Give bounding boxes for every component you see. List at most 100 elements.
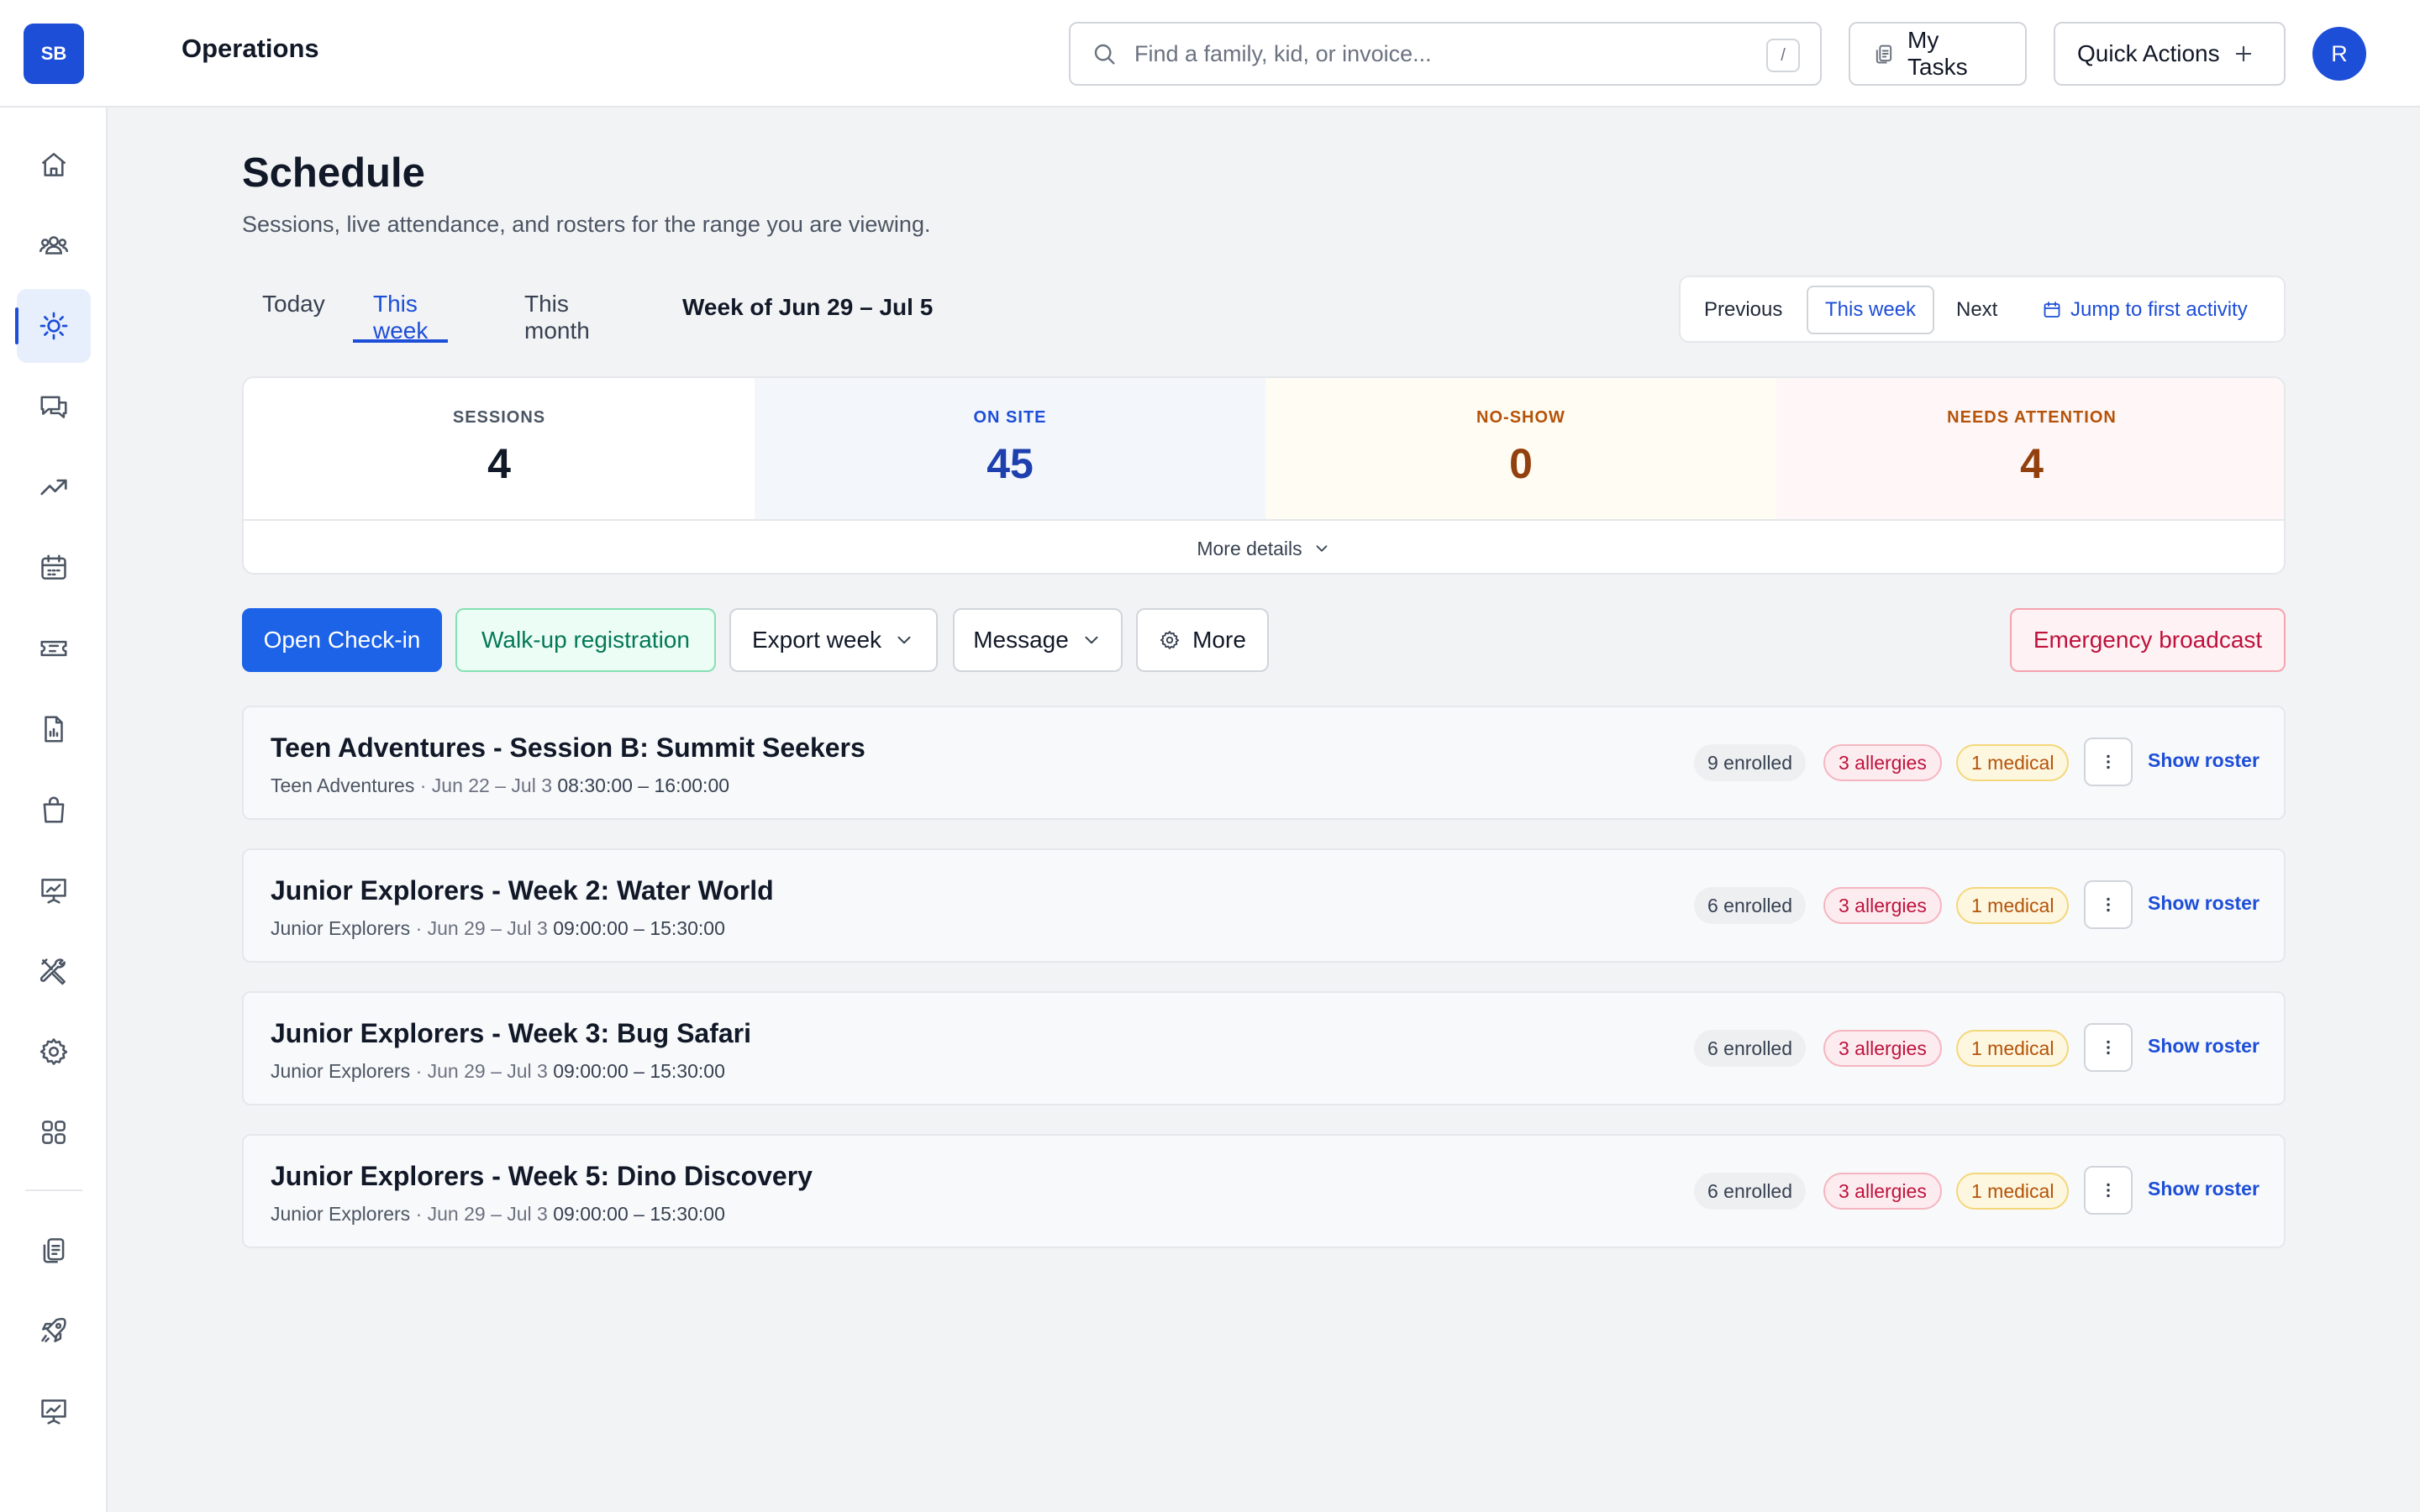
sidebar-item-tickets[interactable]	[17, 612, 91, 685]
app-logo[interactable]: SB	[24, 24, 84, 84]
more-vertical-icon	[2097, 1037, 2119, 1058]
search-box[interactable]: /	[1069, 22, 1822, 86]
more-details-label: More details	[1197, 537, 1302, 559]
stat-on-site[interactable]: ON SITE 45	[755, 378, 1265, 519]
allergies-badge[interactable]: 3 allergies	[1823, 744, 1942, 781]
sidebar-item-insights[interactable]	[17, 1374, 91, 1448]
sidebar-item-store[interactable]	[17, 773, 91, 847]
session-card[interactable]: Junior Explorers - Week 3: Bug Safari Ju…	[242, 991, 2286, 1105]
enrolled-badge: 6 enrolled	[1694, 1030, 1807, 1067]
chevron-down-icon	[893, 629, 915, 651]
allergies-badge[interactable]: 3 allergies	[1823, 887, 1942, 924]
quick-actions-label: Quick Actions	[2077, 40, 2220, 66]
sidebar-item-schedule[interactable]	[15, 289, 91, 363]
stat-sessions[interactable]: SESSIONS 4	[244, 378, 755, 519]
jump-to-first-activity-link[interactable]: Jump to first activity	[2042, 286, 2248, 334]
sidebar-item-home[interactable]	[17, 128, 91, 202]
session-menu-button[interactable]	[2084, 1023, 2133, 1072]
search-shortcut-hint: /	[1766, 39, 1800, 72]
chevron-down-icon	[1313, 539, 1331, 558]
export-week-label: Export week	[751, 627, 882, 653]
sidebar-item-settings[interactable]	[17, 1015, 91, 1089]
page-title: Schedule	[242, 150, 425, 196]
more-button[interactable]: More	[1136, 608, 1269, 672]
previous-button[interactable]: Previous	[1704, 286, 1782, 334]
session-program: Junior Explorers	[271, 1203, 411, 1225]
sidebar-item-families[interactable]	[17, 208, 91, 282]
session-title: Junior Explorers - Week 5: Dino Discover…	[271, 1161, 813, 1191]
medical-badge[interactable]: 1 medical	[1956, 887, 2070, 924]
export-week-button[interactable]: Export week	[729, 608, 938, 672]
sidebar-item-tools[interactable]	[17, 934, 91, 1008]
sidebar-item-calendar[interactable]	[17, 531, 91, 605]
quick-actions-button[interactable]: Quick Actions	[2054, 22, 2286, 86]
allergies-badge[interactable]: 3 allergies	[1823, 1030, 1942, 1067]
sun-icon	[38, 310, 70, 342]
app-title: Operations	[182, 34, 319, 63]
sidebar-item-analytics[interactable]	[17, 450, 91, 524]
more-vertical-icon	[2097, 894, 2119, 916]
session-time: 09:00:00 – 15:30:00	[553, 1060, 725, 1082]
my-tasks-button[interactable]: My Tasks	[1849, 22, 2027, 86]
walk-up-registration-button[interactable]: Walk-up registration	[455, 608, 716, 672]
more-details-toggle[interactable]: More details	[244, 519, 2284, 573]
medical-badge[interactable]: 1 medical	[1956, 1030, 2070, 1067]
shopping-bag-icon	[38, 794, 70, 826]
chat-icon	[38, 391, 70, 423]
message-button[interactable]: Message	[953, 608, 1123, 672]
session-program: Junior Explorers	[271, 917, 411, 939]
session-dates: · Jun 29 – Jul 3	[415, 1203, 548, 1225]
session-menu-button[interactable]	[2084, 880, 2133, 929]
families-icon	[38, 229, 70, 261]
enrolled-badge: 9 enrolled	[1694, 744, 1807, 781]
ticket-icon	[38, 633, 70, 664]
next-button[interactable]: Next	[1956, 286, 1997, 334]
tools-icon	[38, 955, 70, 987]
session-dates: · Jun 29 – Jul 3	[415, 917, 548, 939]
calendar-icon	[38, 552, 70, 584]
sidebar-item-tasks[interactable]	[17, 1213, 91, 1287]
sidebar-item-launch[interactable]	[17, 1294, 91, 1368]
sidebar-item-reports[interactable]	[17, 692, 91, 766]
clipboard-icon	[38, 1234, 70, 1266]
medical-badge[interactable]: 1 medical	[1956, 1173, 2070, 1210]
tab-this-week[interactable]: This week	[353, 291, 449, 344]
rocket-icon	[38, 1315, 70, 1347]
stat-label: NO-SHOW	[1476, 408, 1565, 427]
sidebar-item-dashboard[interactable]	[17, 853, 91, 927]
this-week-button[interactable]: This week	[1807, 286, 1935, 334]
show-roster-link[interactable]: Show roster	[2148, 1035, 2260, 1058]
stat-no-show[interactable]: NO-SHOW 0	[1265, 378, 1776, 519]
more-vertical-icon	[2097, 751, 2119, 773]
trending-icon	[38, 471, 70, 503]
tab-this-month[interactable]: This month	[504, 291, 610, 344]
stat-needs-attention[interactable]: NEEDS ATTENTION 4	[1776, 378, 2284, 519]
report-icon	[38, 713, 70, 745]
action-bar: Open Check-in Walk-up registration Expor…	[242, 608, 2286, 672]
open-check-in-button[interactable]: Open Check-in	[242, 608, 442, 672]
session-time: 08:30:00 – 16:00:00	[557, 774, 730, 796]
sidebar-item-messages[interactable]	[17, 370, 91, 444]
medical-badge[interactable]: 1 medical	[1956, 744, 2070, 781]
user-avatar[interactable]: R	[2312, 27, 2366, 81]
session-card[interactable]: Junior Explorers - Week 5: Dino Discover…	[242, 1134, 2286, 1248]
show-roster-link[interactable]: Show roster	[2148, 1178, 2260, 1200]
session-card[interactable]: Teen Adventures - Session B: Summit Seek…	[242, 706, 2286, 820]
show-roster-link[interactable]: Show roster	[2148, 892, 2260, 915]
session-menu-button[interactable]	[2084, 738, 2133, 786]
sidebar-item-apps[interactable]	[17, 1095, 91, 1169]
more-vertical-icon	[2097, 1179, 2119, 1201]
sidebar-divider	[25, 1189, 82, 1191]
range-navigator: Previous This week Next Jump to first ac…	[1679, 276, 2286, 343]
allergies-badge[interactable]: 3 allergies	[1823, 1173, 1942, 1210]
stat-value: 0	[1509, 440, 1533, 487]
session-menu-button[interactable]	[2084, 1166, 2133, 1215]
session-card[interactable]: Junior Explorers - Week 2: Water World J…	[242, 848, 2286, 963]
tab-today[interactable]: Today	[242, 291, 345, 343]
search-input[interactable]	[1134, 40, 1723, 67]
my-tasks-label: My Tasks	[1907, 27, 1968, 80]
plus-icon	[2232, 42, 2255, 66]
session-dates: · Jun 22 – Jul 3	[419, 774, 552, 796]
show-roster-link[interactable]: Show roster	[2148, 749, 2260, 772]
emergency-broadcast-button[interactable]: Emergency broadcast	[2010, 608, 2286, 672]
